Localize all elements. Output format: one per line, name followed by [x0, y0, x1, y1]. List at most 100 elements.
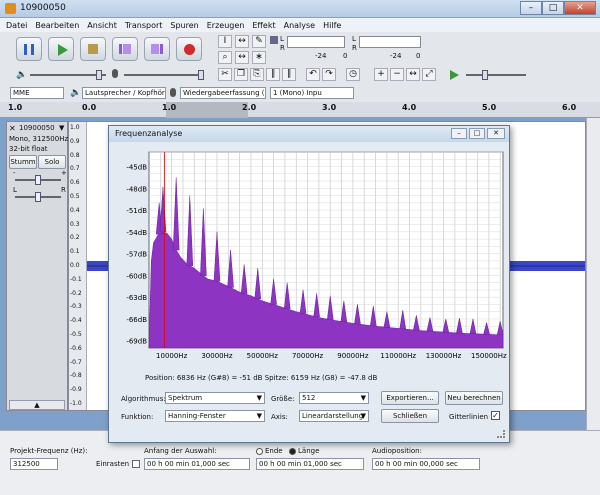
- selection-tool-icon[interactable]: I: [218, 35, 232, 48]
- ruler-tick: 1.0: [8, 103, 23, 112]
- y-tick-label: -66dB: [126, 316, 147, 324]
- ruler-tick: 1.0: [162, 103, 177, 112]
- snap-checkbox[interactable]: [132, 460, 140, 468]
- timeshift-tool-icon[interactable]: ↔: [235, 51, 249, 64]
- audio-host-select[interactable]: MME: [10, 87, 64, 99]
- menu-help[interactable]: Hilfe: [323, 21, 341, 30]
- playback-volume-slider[interactable]: [30, 74, 106, 76]
- undo-icon[interactable]: ↶: [306, 68, 320, 81]
- zoom-tool-icon[interactable]: ⌕: [218, 51, 232, 64]
- play-button[interactable]: [48, 37, 74, 61]
- fit-project-icon[interactable]: ⤢: [422, 68, 436, 81]
- skip-end-icon: [151, 44, 163, 54]
- algorithm-select[interactable]: Spektrum ▼: [165, 392, 265, 404]
- maximize-button[interactable]: □: [542, 1, 564, 15]
- amplitude-tick: -0.6: [70, 344, 82, 352]
- ruler-tick: 2.0: [242, 103, 257, 112]
- selection-start-field[interactable]: 00 h 00 min 01,000 sec: [144, 458, 250, 470]
- gain-minus-label: -: [13, 169, 16, 177]
- playback-meter-icon[interactable]: [270, 36, 278, 44]
- record-volume-slider[interactable]: [124, 74, 200, 76]
- end-radio[interactable]: [256, 448, 263, 455]
- amplitude-tick: -0.4: [70, 317, 82, 325]
- menu-file[interactable]: Datei: [6, 21, 27, 30]
- play-at-speed-icon[interactable]: [450, 70, 459, 80]
- function-select[interactable]: Hanning-Fenster ▼: [165, 410, 265, 422]
- close-button[interactable]: ✕: [564, 1, 596, 15]
- input-channels-select[interactable]: 1 (Mono) Inpu: [270, 87, 354, 99]
- audio-position-field[interactable]: 00 h 00 min 00,000 sec: [372, 458, 480, 470]
- record-button[interactable]: [176, 37, 202, 61]
- output-device-select[interactable]: Lautsprecher / Kopfhöri: [82, 87, 166, 99]
- pause-button[interactable]: [16, 37, 42, 61]
- cut-icon[interactable]: ✂: [218, 68, 232, 81]
- zoom-out-icon[interactable]: −: [390, 68, 404, 81]
- play-icon: [58, 44, 68, 56]
- amplitude-tick: 0.0: [70, 262, 80, 269]
- grid-lines-checkbox[interactable]: ✓: [491, 411, 500, 420]
- zoom-in-icon[interactable]: +: [374, 68, 388, 81]
- size-select[interactable]: 512 ▼: [299, 392, 369, 404]
- menu-transport[interactable]: Transport: [125, 21, 163, 30]
- recalculate-button[interactable]: Neu berechnen: [445, 391, 503, 405]
- ruler-tick: 5.0: [482, 103, 497, 112]
- multi-tool-icon[interactable]: ∗: [252, 51, 266, 64]
- minimize-button[interactable]: –: [520, 1, 542, 15]
- envelope-tool-icon[interactable]: ↔: [235, 35, 249, 48]
- silence-icon[interactable]: ∥: [282, 68, 296, 81]
- menu-analyze[interactable]: Analyse: [284, 21, 316, 30]
- pan-thumb[interactable]: [35, 192, 41, 202]
- ruler-tick: 3.0: [322, 103, 337, 112]
- track-name[interactable]: 10900050: [19, 124, 55, 132]
- close-dialog-button[interactable]: Schließen: [381, 409, 439, 423]
- menu-edit[interactable]: Bearbeiten: [35, 21, 79, 30]
- selection-start-label: Anfang der Auswahl:: [144, 447, 217, 455]
- spectrum-status: Position: 6836 Hz (G#8) = -51 dB Spitze:…: [145, 374, 378, 382]
- collapse-track-button[interactable]: ▲: [9, 400, 65, 410]
- pause-icon: [24, 44, 34, 55]
- project-rate-select[interactable]: 312500: [10, 458, 58, 470]
- redo-icon[interactable]: ↷: [322, 68, 336, 81]
- draw-tool-icon[interactable]: ✎: [252, 35, 266, 48]
- gain-thumb[interactable]: [35, 175, 41, 185]
- stop-button[interactable]: [80, 37, 106, 61]
- copy-icon[interactable]: ❐: [234, 68, 248, 81]
- skip-start-button[interactable]: [112, 37, 138, 61]
- chevron-down-icon: ▼: [360, 394, 366, 402]
- play-tick-24: -24: [315, 52, 327, 60]
- play-speed-slider[interactable]: [466, 74, 526, 76]
- menu-effect[interactable]: Effekt: [252, 21, 275, 30]
- export-button[interactable]: Exportieren...: [381, 391, 439, 405]
- mute-button[interactable]: Stumm: [9, 155, 37, 169]
- play-speed-thumb[interactable]: [482, 70, 488, 80]
- resize-grip-icon[interactable]: [497, 430, 505, 438]
- sync-lock-icon[interactable]: ◷: [346, 68, 360, 81]
- playback-volume-thumb[interactable]: [96, 70, 102, 80]
- vertical-scrollbar[interactable]: [586, 118, 600, 430]
- amplitude-tick: 0.8: [70, 151, 80, 159]
- length-radio[interactable]: [289, 448, 296, 455]
- dialog-maximize-button[interactable]: □: [469, 128, 485, 139]
- trim-icon[interactable]: ∥: [266, 68, 280, 81]
- axis-select[interactable]: Lineardarstellung ▼: [299, 410, 369, 422]
- menu-generate[interactable]: Erzeugen: [207, 21, 245, 30]
- menu-view[interactable]: Ansicht: [87, 21, 117, 30]
- solo-button[interactable]: Solo: [38, 155, 66, 169]
- paste-icon[interactable]: ⎘: [250, 68, 264, 81]
- input-device-select[interactable]: Wiedergabeerfassung (: [180, 87, 266, 99]
- amplitude-tick: -0.8: [70, 372, 82, 380]
- record-volume-thumb[interactable]: [198, 70, 204, 80]
- fit-selection-icon[interactable]: ↔: [406, 68, 420, 81]
- chevron-down-icon: ▼: [256, 412, 262, 420]
- track-close-icon[interactable]: ✕: [9, 124, 16, 133]
- skip-end-button[interactable]: [144, 37, 170, 61]
- amplitude-tick: 0.2: [70, 234, 80, 242]
- menu-tracks[interactable]: Spuren: [170, 21, 198, 30]
- track-menu-arrow-icon[interactable]: ▼: [59, 124, 64, 132]
- timeline-ruler[interactable]: 1.0 0.0 1.0 2.0 3.0 4.0 5.0 6.0: [0, 102, 600, 118]
- stop-icon: [88, 44, 98, 54]
- dialog-close-button[interactable]: ✕: [487, 128, 505, 139]
- y-tick-label: -51dB: [126, 207, 147, 215]
- selection-end-field[interactable]: 00 h 00 min 01,000 sec: [256, 458, 364, 470]
- dialog-minimize-button[interactable]: –: [451, 128, 467, 139]
